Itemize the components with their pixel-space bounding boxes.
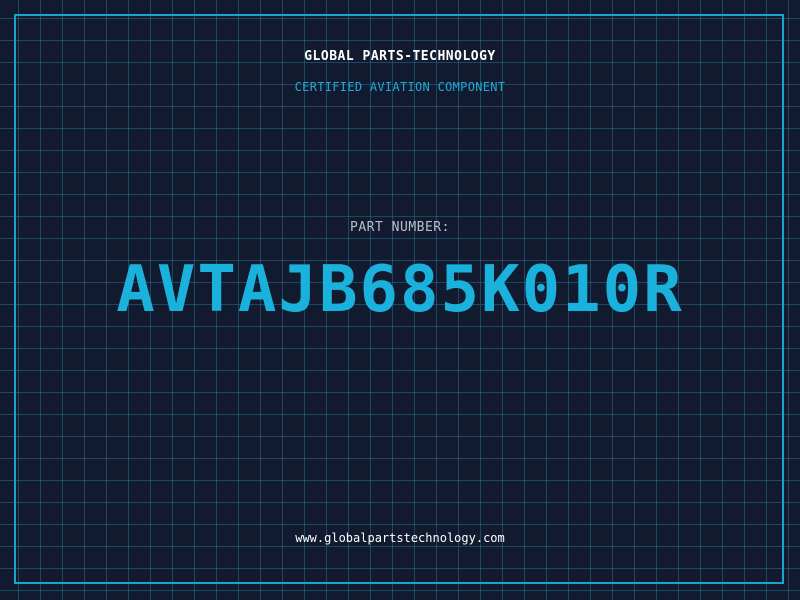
certification-subtitle: CERTIFIED AVIATION COMPONENT	[294, 80, 506, 94]
part-number-label: PART NUMBER:	[350, 220, 450, 235]
website-url: www.globalpartstechnology.com	[295, 531, 505, 545]
label-canvas: GLOBAL PARTS-TECHNOLOGY CERTIFIED AVIATI…	[0, 0, 800, 600]
company-name: GLOBAL PARTS-TECHNOLOGY	[304, 49, 496, 64]
part-number-value: AVTAJB685K010R	[116, 253, 684, 327]
